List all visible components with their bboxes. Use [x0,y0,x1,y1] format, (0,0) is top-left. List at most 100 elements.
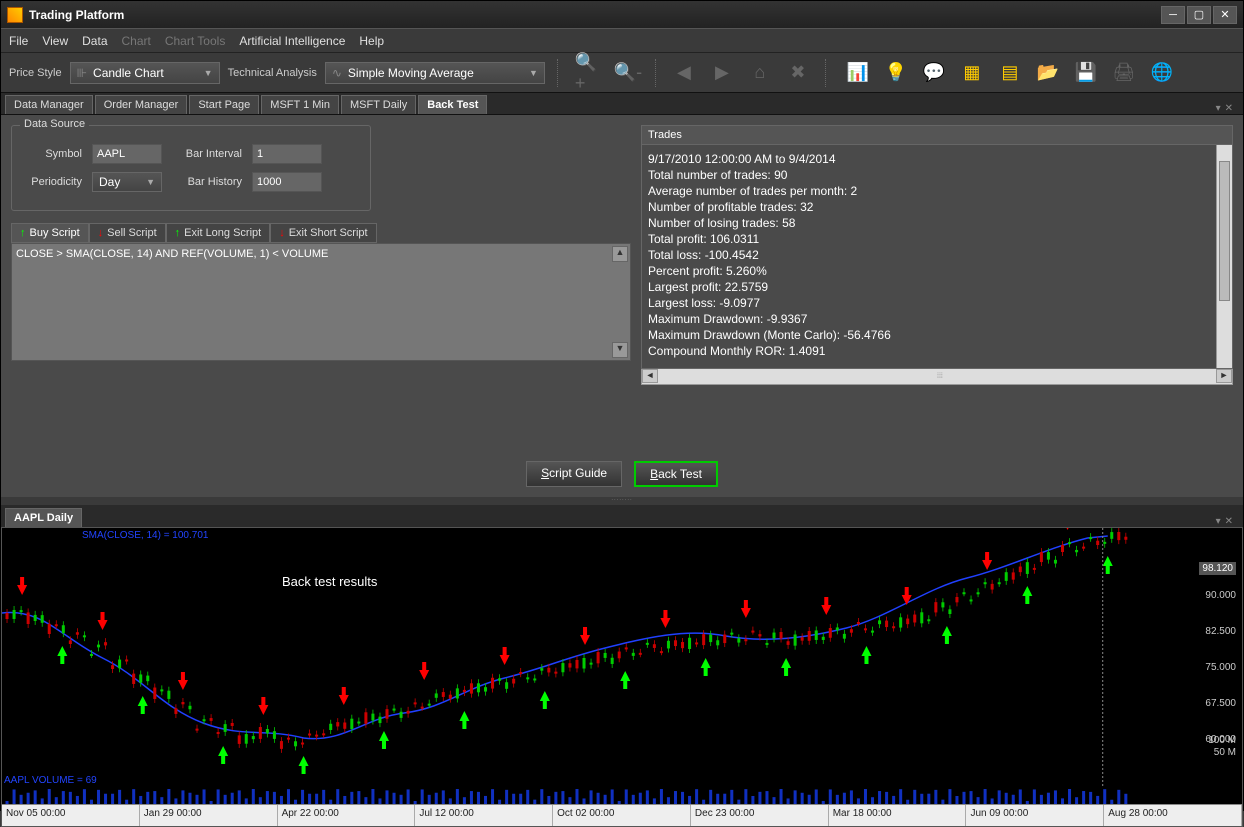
chart-y-axis: 98.120 90.000 82.500 75.000 67.500 60.00… [1158,528,1242,788]
trade-stat-line: Total number of trades: 90 [648,167,1226,183]
y-tick: 67.500 [1205,698,1236,709]
script-up-button[interactable]: ▲ [612,246,628,262]
tab-msft-daily[interactable]: MSFT Daily [341,95,416,114]
tab-close-icon[interactable]: ✕ [1225,103,1233,114]
menu-help[interactable]: Help [359,34,384,48]
price-style-value: Candle Chart [93,66,164,80]
x-tick: Jun 09 00:00 [966,805,1104,826]
tab-aapl-daily[interactable]: AAPL Daily [5,508,82,527]
tab-exit-long-script[interactable]: ↑Exit Long Script [166,223,271,243]
y-tick: 75.000 [1205,662,1236,673]
menu-data[interactable]: Data [82,34,107,48]
trade-stat-line: Compound Monthly ROR: 1.4091 [648,343,1226,359]
chat-icon[interactable]: 💬 [919,58,949,88]
ta-label: Technical Analysis [228,67,317,79]
arrow-down-icon: ↓ [98,227,104,239]
tab-buy-script[interactable]: ↑Buy Script [11,223,89,243]
scroll-grip-icon: ⁞⁞⁞ [937,373,943,380]
chevron-down-icon: ▼ [146,177,155,187]
trades-scrollbar-h[interactable]: ◄ ⁞⁞⁞ ► [641,369,1233,385]
tab-start-page[interactable]: Start Page [189,95,259,114]
cancel-icon[interactable]: ✖ [783,58,813,88]
script-textarea[interactable]: CLOSE > SMA(CLOSE, 14) AND REF(VOLUME, 1… [11,243,631,361]
trades-panel: 9/17/2010 12:00:00 AM to 9/4/2014Total n… [641,145,1233,369]
volume-area [2,788,1158,804]
arrow-down-icon: ↓ [279,227,285,239]
bar-interval-input[interactable] [252,144,322,164]
menu-view[interactable]: View [42,34,68,48]
globe-icon[interactable]: 🌐 [1147,58,1177,88]
trade-stat-line: Largest loss: -9.0977 [648,295,1226,311]
trade-stat-line: Maximum Drawdown: -9.9367 [648,311,1226,327]
x-tick: Mar 18 00:00 [829,805,967,826]
tab-sell-script[interactable]: ↓Sell Script [89,223,166,243]
chart-tab-close-icon[interactable]: ✕ [1225,516,1233,527]
symbol-label: Symbol [22,148,82,160]
splitter[interactable]: ∙∙∙∙∙∙∙∙ [1,497,1243,505]
x-tick: Jul 12 00:00 [415,805,553,826]
periodicity-dropdown[interactable]: Day ▼ [92,172,162,192]
script-guide-button[interactable]: Script Guide [526,461,622,487]
tab-back-test[interactable]: Back Test [418,95,487,114]
bar-history-label: Bar History [172,176,242,188]
window-title: Trading Platform [29,8,1161,22]
symbol-input[interactable] [92,144,162,164]
trade-stat-line: Number of losing trades: 58 [648,215,1226,231]
bar-history-input[interactable] [252,172,322,192]
trades-scrollbar-v[interactable] [1216,145,1232,368]
home-icon[interactable]: ⌂ [745,58,775,88]
trade-stat-line: Average number of trades per month: 2 [648,183,1226,199]
back-test-button[interactable]: Back Test [634,461,718,487]
menu-ai[interactable]: Artificial Intelligence [239,34,345,48]
close-button[interactable]: ✕ [1213,6,1237,24]
maximize-button[interactable]: ▢ [1187,6,1211,24]
trades-title: Trades [641,125,1233,145]
chart-tab-menu-icon[interactable]: ▾ [1216,516,1221,527]
print-icon[interactable]: 🖨 [1109,58,1139,88]
x-tick: Nov 05 00:00 [2,805,140,826]
minimize-button[interactable]: ─ [1161,6,1185,24]
scroll-right-icon[interactable]: ► [1216,369,1232,383]
menu-chart-tools: Chart Tools [165,34,225,48]
data-source-title: Data Source [20,118,89,130]
trade-stat-line: Maximum Drawdown (Monte Carlo): -56.4766 [648,327,1226,343]
lightbulb-icon[interactable]: 💡 [881,58,911,88]
x-tick: Dec 23 00:00 [691,805,829,826]
sma-label: SMA(CLOSE, 14) = 100.701 [82,530,208,541]
chart-x-axis: Nov 05 00:00 Jan 29 00:00 Apr 22 00:00 J… [2,804,1242,826]
ta-dropdown[interactable]: ∿ Simple Moving Average ▼ [325,62,545,84]
back-icon[interactable]: ◀ [669,58,699,88]
chart-icon[interactable]: 📊 [843,58,873,88]
document-tabs: Data Manager Order Manager Start Page MS… [1,93,1243,115]
arrow-up-icon: ↑ [20,227,26,239]
script-tabs: ↑Buy Script ↓Sell Script ↑Exit Long Scri… [11,223,631,243]
vol-tick: 50 M [1214,747,1236,758]
forward-icon[interactable]: ▶ [707,58,737,88]
app-icon [7,7,23,23]
trade-stat-line: Total profit: 106.0311 [648,231,1226,247]
zoom-out-icon[interactable]: 🔍- [613,58,643,88]
price-box: 98.120 [1199,562,1236,575]
sma-icon: ∿ [332,66,342,80]
grid-icon[interactable]: ▦ [957,58,987,88]
tab-exit-short-script[interactable]: ↓Exit Short Script [270,223,376,243]
price-style-dropdown[interactable]: ⊪ Candle Chart ▼ [70,62,220,84]
script-down-button[interactable]: ▼ [612,342,628,358]
zoom-in-icon[interactable]: 🔍+ [575,58,605,88]
chart-main[interactable]: SMA(CLOSE, 14) = 100.701 Back test resul… [2,528,1158,788]
chevron-down-icon: ▼ [529,68,538,78]
menu-file[interactable]: File [9,34,28,48]
chart-svg [2,528,1158,788]
tab-order-manager[interactable]: Order Manager [95,95,188,114]
titlebar: Trading Platform ─ ▢ ✕ [1,1,1243,29]
tab-menu-icon[interactable]: ▾ [1216,103,1221,114]
backtest-content: Data Source Symbol Bar Interval Periodic… [1,115,1243,455]
volume-label: AAPL VOLUME = 69 [4,775,97,786]
x-tick: Jan 29 00:00 [140,805,278,826]
grid2-icon[interactable]: ▤ [995,58,1025,88]
save-icon[interactable]: 💾 [1071,58,1101,88]
tab-msft-1min[interactable]: MSFT 1 Min [261,95,339,114]
tab-data-manager[interactable]: Data Manager [5,95,93,114]
folder-icon[interactable]: 📂 [1033,58,1063,88]
scroll-left-icon[interactable]: ◄ [642,369,658,383]
